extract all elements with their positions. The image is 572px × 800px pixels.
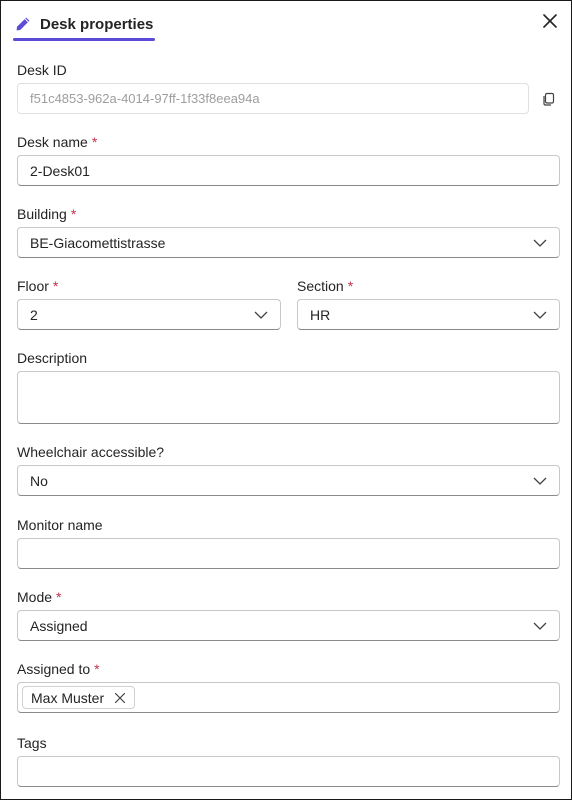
tags-label-text: Tags (17, 735, 47, 751)
panel-header: Desk properties (1, 1, 571, 45)
section-value: HR (310, 306, 331, 323)
desk-properties-panel: Desk properties Desk ID f51c4853-962a-40… (0, 0, 572, 800)
floor-label-text: Floor (17, 278, 49, 294)
wheelchair-select[interactable]: No (17, 465, 560, 496)
description-label-text: Description (17, 350, 88, 366)
required-marker: * (56, 589, 62, 605)
section-select[interactable]: HR (297, 299, 560, 330)
floor-value: 2 (30, 306, 38, 323)
assigned-to-label-text: Assigned to (17, 661, 91, 677)
chevron-down-icon (533, 622, 547, 630)
floor-select[interactable]: 2 (17, 299, 281, 330)
copy-icon (543, 92, 555, 106)
monitor-name-label-text: Monitor name (17, 517, 103, 533)
desk-id-value: f51c4853-962a-4014-97ff-1f33f8eea94a (30, 91, 260, 106)
close-icon (115, 692, 126, 703)
assigned-person-chip[interactable]: Max Muster (22, 686, 136, 709)
mode-select[interactable]: Assigned (17, 610, 560, 641)
tags-input[interactable] (17, 756, 560, 787)
mode-label: Mode * (17, 589, 61, 605)
remove-chip-button[interactable] (114, 692, 126, 704)
wheelchair-label-text: Wheelchair accessible? (17, 444, 165, 460)
section-label-text: Section (297, 278, 344, 294)
mode-label-text: Mode (17, 589, 53, 605)
building-label: Building * (17, 206, 76, 222)
required-marker: * (52, 278, 59, 294)
close-icon (543, 14, 557, 28)
pencil-icon (15, 16, 31, 32)
desk-name-label-text: Desk name (17, 134, 88, 150)
tab-underline (13, 38, 156, 41)
building-select[interactable]: BE-Giacomettistrasse (17, 227, 560, 258)
chevron-down-icon (533, 239, 547, 247)
desk-name-label: Desk name * (17, 134, 97, 150)
desk-name-input[interactable]: 2-Desk01 (17, 155, 560, 186)
tab-desk-properties[interactable]: Desk properties (13, 7, 156, 41)
chevron-down-icon (254, 311, 268, 319)
monitor-name-label: Monitor name (17, 517, 103, 533)
desk-name-value: 2-Desk01 (30, 162, 90, 179)
desk-id-field[interactable]: f51c4853-962a-4014-97ff-1f33f8eea94a (17, 83, 529, 114)
description-textarea[interactable] (17, 371, 560, 424)
panel-title: Desk properties (40, 15, 154, 33)
building-value: BE-Giacomettistrasse (30, 234, 166, 251)
tags-label: Tags (17, 735, 47, 751)
close-button[interactable] (539, 10, 561, 32)
copy-button[interactable] (541, 91, 557, 107)
mode-value: Assigned (30, 617, 88, 634)
desk-id-label-text: Desk ID (17, 62, 67, 78)
wheelchair-value: No (30, 472, 48, 489)
required-marker: * (70, 206, 77, 222)
chevron-down-icon (533, 477, 547, 485)
monitor-name-input[interactable] (17, 538, 560, 569)
chip-label: Max Muster (31, 689, 105, 706)
section-label: Section * (297, 278, 353, 294)
desk-id-label: Desk ID (17, 62, 67, 78)
required-marker: * (347, 278, 354, 294)
description-label: Description (17, 350, 87, 366)
building-label-text: Building (17, 206, 67, 222)
floor-label: Floor * (17, 278, 58, 294)
required-marker: * (91, 134, 98, 150)
chevron-down-icon (533, 311, 547, 319)
required-marker: * (94, 661, 100, 677)
assigned-to-label: Assigned to * (17, 661, 100, 677)
wheelchair-label: Wheelchair accessible? (17, 444, 164, 460)
assigned-to-picker[interactable]: Max Muster (17, 682, 560, 713)
